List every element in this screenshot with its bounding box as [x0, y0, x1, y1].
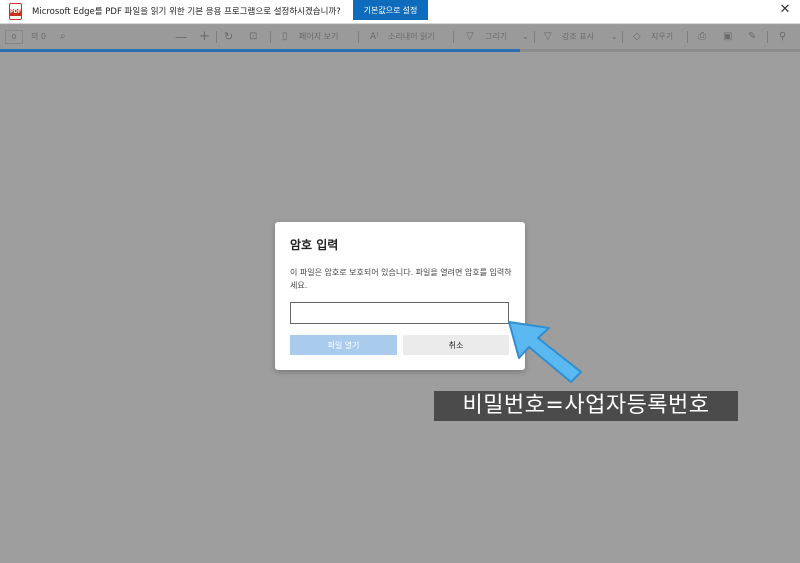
draw-chevron-down-icon[interactable]: ⌄ [522, 25, 529, 49]
toolbar-divider [767, 31, 768, 43]
fit-page-icon[interactable]: ⊡ [249, 25, 257, 49]
save-as-icon[interactable]: ✎ [748, 25, 756, 49]
close-icon[interactable]: ✕ [778, 3, 792, 17]
toolbar-divider [687, 31, 688, 43]
eraser-icon: ◇ [633, 31, 641, 42]
password-hint-caption: 비밀번호=사업자등록번호 [434, 391, 738, 421]
print-icon[interactable]: ⎙ [698, 25, 706, 49]
highlight-icon: ▽ [544, 31, 552, 42]
zoom-out-icon[interactable]: — [175, 25, 187, 49]
toolbar-divider [622, 31, 623, 43]
page-view-icon: ▯ [282, 31, 288, 42]
load-progress-bar [0, 49, 520, 52]
highlight-button[interactable]: 강조 표시 [562, 25, 594, 49]
default-app-notification-bar: PDF Microsoft Edge를 PDF 파일을 읽기 위한 기본 응용 … [0, 0, 800, 24]
pdf-file-icon: PDF [9, 3, 22, 20]
toolbar-divider [534, 31, 535, 43]
pin-icon[interactable]: ⚲ [779, 25, 786, 49]
read-aloud-icon: A⁾ [370, 32, 379, 42]
page-total-label: 의 0 [31, 32, 46, 41]
password-dialog: 암호 입력 이 파일은 암호로 보호되어 있습니다. 파일을 열려면 암호를 입… [275, 222, 525, 370]
cancel-button[interactable]: 취소 [403, 335, 509, 355]
search-icon[interactable]: ⌕ [60, 25, 66, 49]
notification-message: Microsoft Edge를 PDF 파일을 읽기 위한 기본 응용 프로그램… [32, 7, 341, 17]
dialog-title: 암호 입력 [290, 238, 339, 252]
rotate-icon[interactable]: ↻ [224, 25, 233, 49]
annotation-arrow-icon [508, 321, 582, 383]
toolbar-divider [453, 31, 454, 43]
read-aloud-button[interactable]: 소리내어 읽기 [388, 25, 435, 49]
toolbar-divider [216, 31, 217, 43]
zoom-in-icon[interactable]: + [199, 25, 210, 49]
password-input[interactable] [290, 302, 509, 324]
erase-button[interactable]: 지우기 [651, 25, 673, 49]
page-view-button[interactable]: 페이지 보기 [299, 25, 338, 49]
open-file-button[interactable]: 파일 열기 [290, 335, 397, 355]
set-default-button[interactable]: 기본값으로 설정 [353, 0, 428, 20]
draw-icon: ▽ [466, 31, 474, 42]
save-icon[interactable]: ▣ [723, 25, 732, 49]
draw-button[interactable]: 그리기 [485, 25, 507, 49]
page-number-input[interactable]: 0 [5, 30, 23, 44]
toolbar-divider [358, 31, 359, 43]
dialog-message: 이 파일은 암호로 보호되어 있습니다. 파일을 열려면 암호를 입력하세요. [290, 268, 512, 290]
highlight-chevron-down-icon[interactable]: ⌄ [611, 25, 618, 49]
pdf-toolbar: 0 의 0 ⌕ — + ↻ ⊡ ▯ 페이지 보기 A⁾ 소리내어 읽기 ▽ 그리… [0, 25, 800, 49]
toolbar-divider [270, 31, 271, 43]
